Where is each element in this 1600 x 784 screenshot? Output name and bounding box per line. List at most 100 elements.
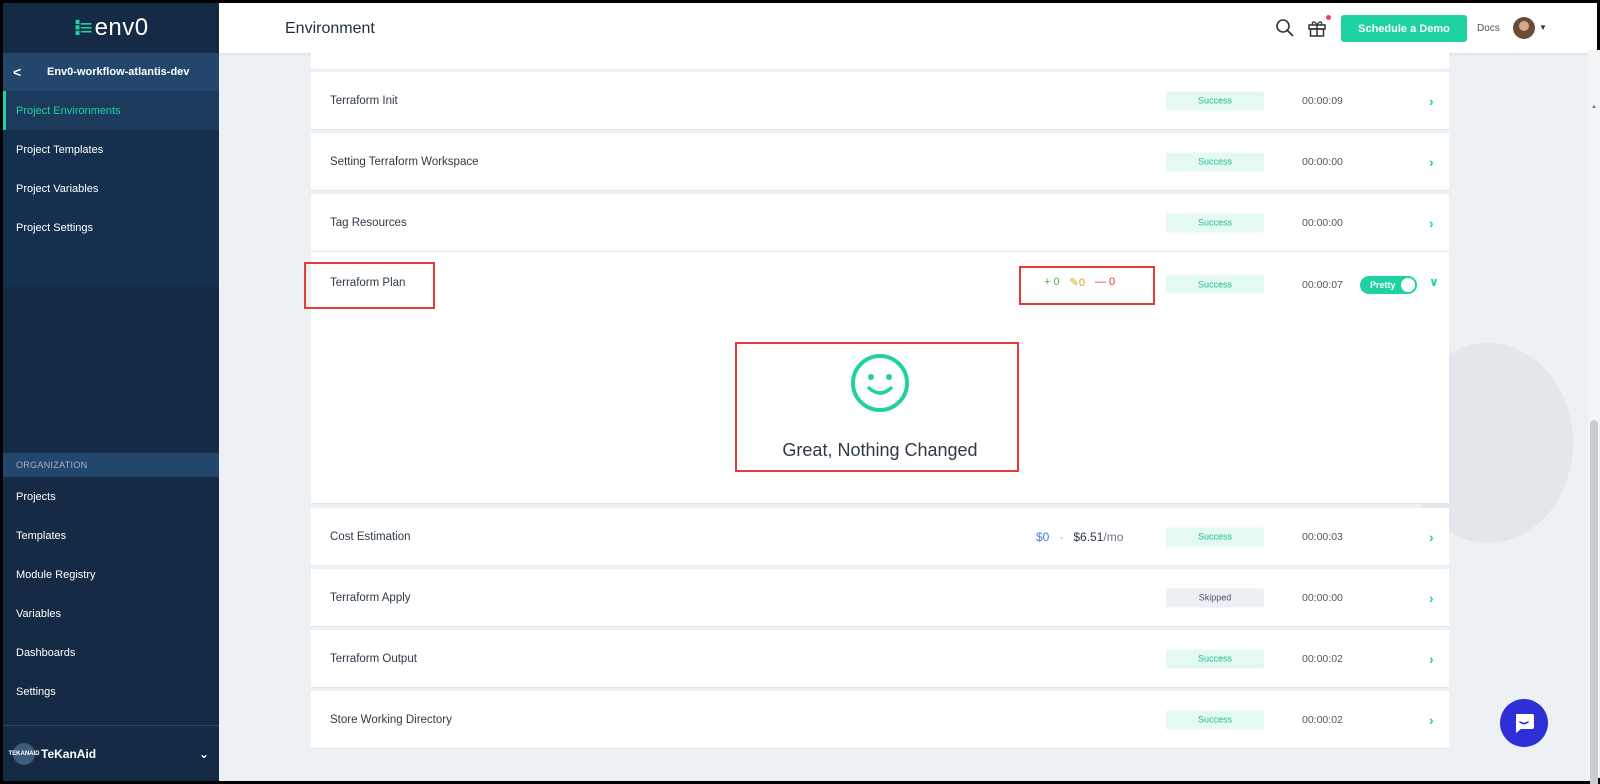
scrollbar[interactable]: ▲ [1588,50,1600,784]
scroll-thumb[interactable] [1590,420,1598,784]
chevron-right-icon[interactable]: › [1429,215,1434,231]
user-avatar[interactable] [1513,17,1535,39]
status-badge: Success [1166,710,1264,729]
sidebar-item-project-settings[interactable]: Project Settings [3,208,219,247]
step-duration: 00:00:02 [1302,652,1343,665]
chevron-left-icon[interactable]: < [13,64,35,80]
chevron-down-icon: ⌄ [198,746,209,761]
sidebar-item-dashboards[interactable]: Dashboards [3,633,219,672]
sidebar-item-project-environments[interactable]: Project Environments [3,91,219,130]
step-row[interactable]: Terraform Apply Skipped 00:00:00 › [311,569,1449,627]
sidebar-item-label: Project Environments [16,104,121,117]
docs-link[interactable]: Docs [1477,23,1500,34]
step-row[interactable]: Cost Estimation $0 · $6.51/mo Success 00… [311,508,1449,566]
caret-down-icon[interactable]: ▼ [1539,23,1547,32]
status-badge: Skipped [1166,588,1264,607]
org-avatar: TEKANAID [9,742,40,765]
step-row-partial [311,50,1449,70]
sidebar-item-settings[interactable]: Settings [3,672,219,711]
sidebar-item-label: Dashboards [16,646,76,659]
step-duration: 00:00:00 [1302,155,1343,168]
cost-before: $0 [1036,529,1050,544]
cost-after: $6.51 [1073,529,1104,544]
step-duration: 00:00:07 [1302,279,1343,291]
plan-change-counts: + 0 ✎0 — 0 [1044,276,1115,289]
toggle-knob [1401,278,1415,292]
sidebar-item-templates[interactable]: Templates [3,516,219,555]
step-row[interactable]: Terraform Init Success 00:00:09 › [311,72,1449,130]
top-bar: Environment Schedule a Demo Docs ▼ [219,3,1597,53]
project-name: Env0-workflow-atlantis-dev [47,66,190,78]
project-selector[interactable]: < Env0-workflow-atlantis-dev [3,53,219,91]
step-duration: 00:00:00 [1302,591,1343,604]
chevron-down-icon[interactable]: ∨ [1429,275,1439,289]
cost-unit: /mo [1103,529,1124,544]
add-value: 0 [1053,276,1060,288]
pretty-toggle[interactable]: Pretty [1360,276,1417,294]
sidebar-item-label: Templates [16,529,67,542]
sidebar-item-variables[interactable]: Variables [3,594,219,633]
status-badge: Success [1166,274,1264,294]
status-badge: Success [1166,649,1264,668]
project-nav: Project Environments Project Templates P… [3,91,219,286]
step-row[interactable]: Terraform Output Success 00:00:02 › [311,630,1449,688]
chevron-right-icon[interactable]: › [1429,590,1434,606]
sidebar-item-project-variables[interactable]: Project Variables [3,169,219,208]
chevron-right-icon[interactable]: › [1429,154,1434,170]
step-duration: 00:00:09 [1302,94,1343,107]
notification-dot [1326,15,1331,20]
status-badge: Success [1166,527,1264,546]
chevron-right-icon[interactable]: › [1429,529,1434,545]
status-badge: Success [1166,213,1264,232]
step-name: Setting Terraform Workspace [330,155,479,168]
organization-label: ORGANIZATION [3,453,219,477]
step-name: Terraform Output [330,652,417,665]
sidebar-item-module-registry[interactable]: Module Registry [3,555,219,594]
step-duration: 00:00:03 [1302,530,1343,543]
step-name: Terraform Apply [330,591,411,604]
cost-after-group: $6.51/mo [1073,530,1123,544]
chat-icon [1516,714,1534,733]
sidebar-item-projects[interactable]: Projects [3,477,219,516]
sidebar-item-project-templates[interactable]: Project Templates [3,130,219,169]
chevron-right-icon[interactable]: › [1429,651,1434,667]
chevron-right-icon[interactable]: › [1429,712,1434,728]
chevron-right-icon[interactable]: › [1429,93,1434,109]
schedule-demo-button[interactable]: Schedule a Demo [1341,15,1467,42]
step-row[interactable]: Store Working Directory Success 00:00:02… [311,691,1449,749]
organization-nav: Projects Templates Module Registry Varia… [3,477,219,711]
change-count: ✎0 [1070,276,1085,289]
step-duration: 00:00:00 [1302,216,1343,229]
sidebar-item-label: Project Templates [16,143,104,156]
step-name[interactable]: Terraform Plan [330,277,405,289]
cost-separator: · [1059,529,1064,544]
step-duration: 00:00:02 [1302,713,1343,726]
sidebar-item-label: Project Variables [16,182,99,195]
sidebar-item-label: Projects [16,490,56,503]
page-title: Environment [285,20,375,37]
sidebar-item-label: Module Registry [16,568,96,581]
destroy-count: — 0 [1095,276,1115,289]
pencil-icon: ✎ [1069,277,1079,289]
logo-text: env0 [94,14,149,41]
status-badge: Success [1166,152,1264,171]
cost-estimate: $0 · $6.51/mo [1036,530,1123,544]
scroll-up-icon[interactable]: ▲ [1591,104,1597,110]
search-icon[interactable] [1275,18,1295,38]
toggle-label: Pretty [1370,280,1396,290]
step-row-expanded: Terraform Plan + 0 ✎0 — 0 Success 00:00:… [311,252,1449,504]
destroy-value: 0 [1109,276,1116,288]
step-name: Store Working Directory [330,713,452,726]
plus-icon: + [1044,276,1051,288]
gift-icon[interactable] [1307,18,1327,38]
no-changes-message: Great, Nothing Changed [782,440,978,460]
organization-switcher[interactable]: TEKANAID TeKanAid ⌄ [3,725,219,781]
sidebar-item-label: Project Settings [16,221,94,234]
chat-button[interactable] [1500,699,1548,747]
step-row[interactable]: Tag Resources Success 00:00:00 › [311,194,1449,252]
step-row[interactable]: Setting Terraform Workspace Success 00:0… [311,133,1449,191]
add-count: + 0 [1044,276,1060,289]
step-name: Terraform Init [330,94,398,107]
step-name: Cost Estimation [330,530,411,543]
env0-logo[interactable]: ⁝≡ env0 [3,3,219,53]
